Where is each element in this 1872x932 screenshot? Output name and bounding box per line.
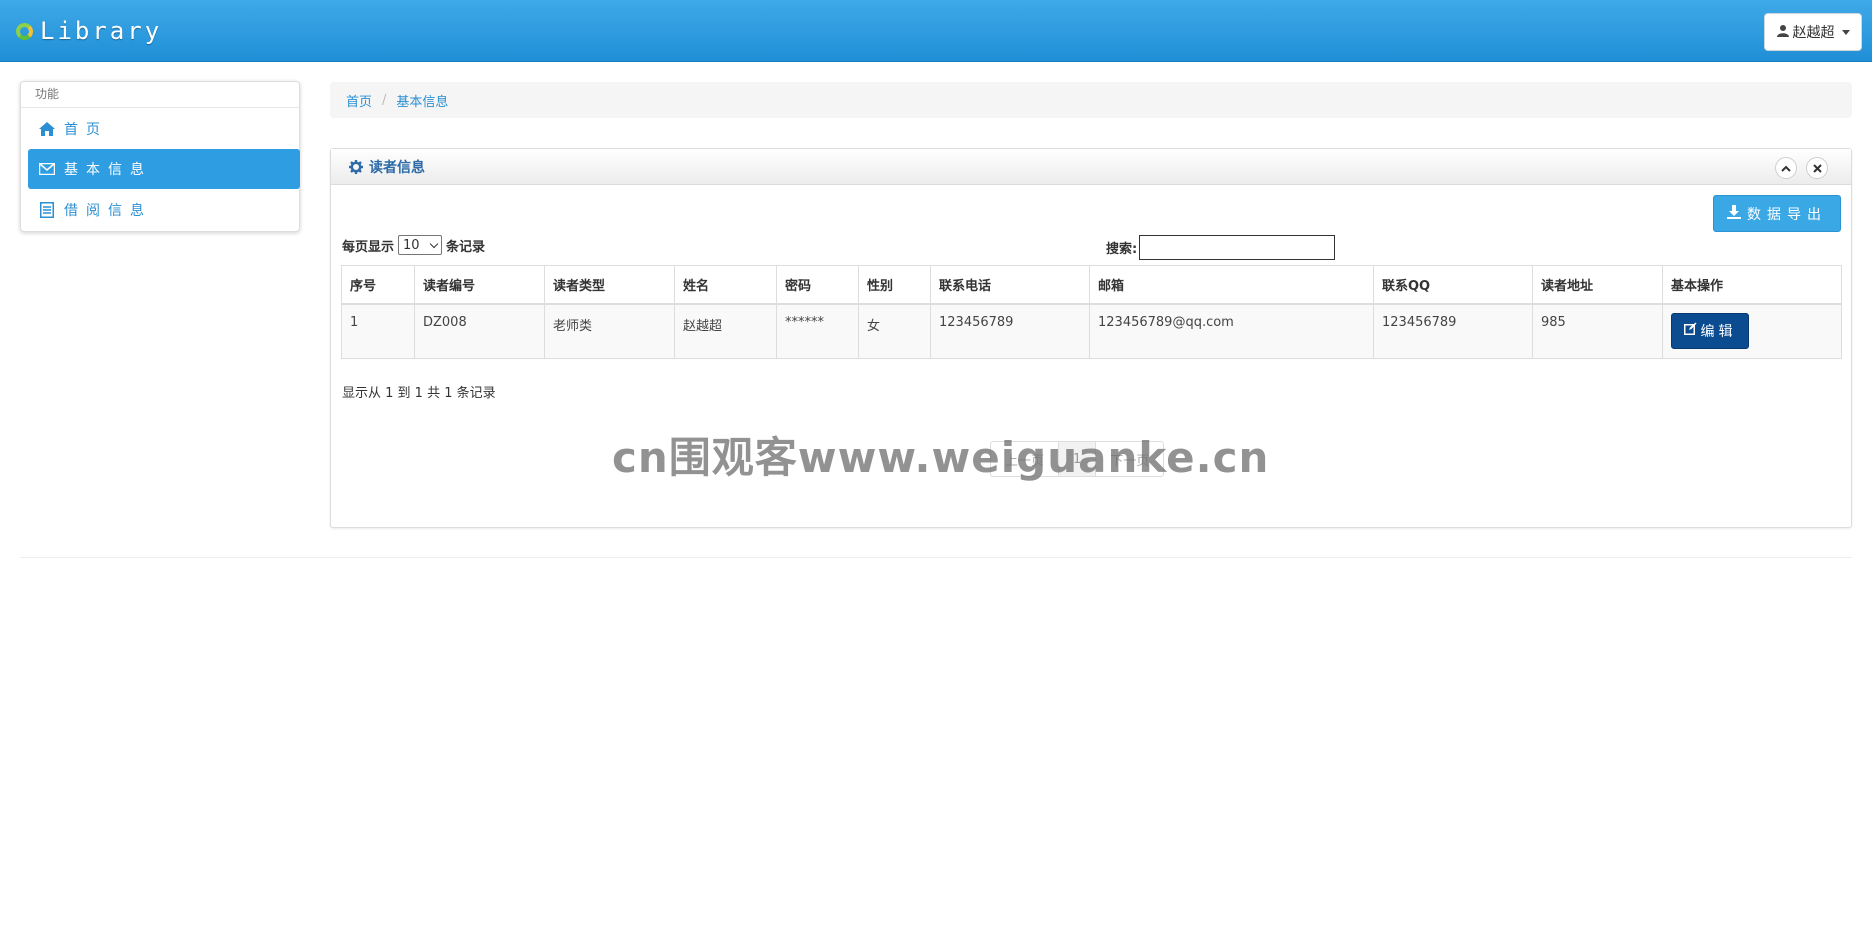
column-header[interactable]: 读者类型 xyxy=(544,265,675,305)
collapse-button[interactable] xyxy=(1775,157,1797,179)
cell-phone: 123456789 xyxy=(930,303,1090,359)
user-name: 赵越超 xyxy=(1792,25,1835,41)
column-header: 基本操作 xyxy=(1662,265,1842,305)
download-icon xyxy=(1727,204,1741,223)
envelope-icon xyxy=(38,160,56,178)
length-suffix: 条记录 xyxy=(446,239,486,255)
brand-logo-link[interactable]: Library xyxy=(14,14,162,48)
sidebar-item-label: 基本信息 xyxy=(64,162,152,178)
breadcrumb: 首页 / 基本信息 xyxy=(330,82,1852,118)
edit-label: 编辑 xyxy=(1700,323,1737,340)
cell-qq: 123456789 xyxy=(1373,303,1533,359)
footer-divider xyxy=(20,557,1852,558)
column-header[interactable]: 读者编号 xyxy=(414,265,545,305)
search-label: 搜索: xyxy=(1106,242,1138,257)
library-logo-icon xyxy=(14,19,38,43)
search-input[interactable] xyxy=(1139,235,1336,260)
sidebar-header: 功能 xyxy=(21,82,299,108)
cell-gender: 女 xyxy=(858,303,931,359)
cell-email: 123456789@qq.com xyxy=(1089,303,1374,359)
export-label: 数据导出 xyxy=(1747,206,1827,223)
sidebar-item-home[interactable]: 首页 xyxy=(28,109,300,149)
edit-button[interactable]: 编辑 xyxy=(1671,312,1749,349)
page-length-value: 10 xyxy=(403,237,420,253)
user-icon xyxy=(1776,24,1789,41)
table-header-row: 序号 读者编号 读者类型 姓名 密码 性别 联系电话 邮箱 联系QQ 读者地址 … xyxy=(341,265,1842,305)
cell-index: 1 xyxy=(341,303,415,359)
column-header[interactable]: 联系电话 xyxy=(930,265,1090,305)
search-control: 搜索: xyxy=(1106,235,1336,260)
reader-table: 序号 读者编号 读者类型 姓名 密码 性别 联系电话 邮箱 联系QQ 读者地址 … xyxy=(341,265,1842,359)
sidebar-item-borrow-info[interactable]: 借阅信息 xyxy=(28,190,300,230)
edit-icon xyxy=(1683,322,1697,339)
data-export-button[interactable]: 数据导出 xyxy=(1713,195,1841,232)
top-navbar: Library 赵越超 xyxy=(0,0,1872,62)
sidebar-item-label: 首页 xyxy=(64,122,108,138)
home-icon xyxy=(38,120,56,138)
cell-password: ****** xyxy=(776,303,859,359)
sidebar: 功能 首页 基本信息 借阅信息 xyxy=(20,81,300,232)
list-icon xyxy=(38,201,56,219)
cell-reader-type: 老师类 xyxy=(544,303,675,359)
cell-reader-id: DZ008 xyxy=(414,303,545,359)
close-button[interactable] xyxy=(1806,157,1828,179)
sidebar-item-basic-info[interactable]: 基本信息 xyxy=(28,149,300,189)
chevron-down-icon xyxy=(429,239,439,248)
column-header[interactable]: 密码 xyxy=(776,265,859,305)
cell-name: 赵越超 xyxy=(674,303,777,359)
breadcrumb-current-link[interactable]: 基本信息 xyxy=(396,91,448,110)
panel-header: 读者信息 xyxy=(331,149,1851,185)
table-info: 显示从 1 到 1 共 1 条记录 xyxy=(342,386,496,401)
panel-title: 读者信息 xyxy=(369,159,425,176)
watermark-text: cn围观客www.weiguanke.cn xyxy=(612,433,1270,482)
column-header[interactable]: 联系QQ xyxy=(1373,265,1533,305)
breadcrumb-home-link[interactable]: 首页 xyxy=(346,91,372,110)
table-row: 1 DZ008 老师类 赵越超 ****** 女 123456789 12345… xyxy=(341,303,1842,359)
column-header[interactable]: 读者地址 xyxy=(1532,265,1663,305)
column-header[interactable]: 邮箱 xyxy=(1089,265,1374,305)
brand-text: Library xyxy=(40,17,163,45)
gear-icon xyxy=(349,159,363,174)
sidebar-item-label: 借阅信息 xyxy=(64,203,152,219)
length-prefix: 每页显示 xyxy=(342,239,395,255)
column-header[interactable]: 性别 xyxy=(858,265,931,305)
close-icon xyxy=(1812,163,1822,173)
breadcrumb-separator: / xyxy=(382,92,387,108)
cell-actions: 编辑 xyxy=(1662,303,1842,359)
cell-address: 985 xyxy=(1532,303,1663,359)
page-length-control: 每页显示 10 条记录 xyxy=(342,235,485,255)
caret-down-icon xyxy=(1841,29,1850,35)
chevron-up-icon xyxy=(1781,165,1791,172)
column-header[interactable]: 姓名 xyxy=(674,265,777,305)
column-header[interactable]: 序号 xyxy=(341,265,415,305)
page-length-select[interactable]: 10 xyxy=(398,235,443,255)
user-menu-button[interactable]: 赵越超 xyxy=(1764,13,1862,51)
